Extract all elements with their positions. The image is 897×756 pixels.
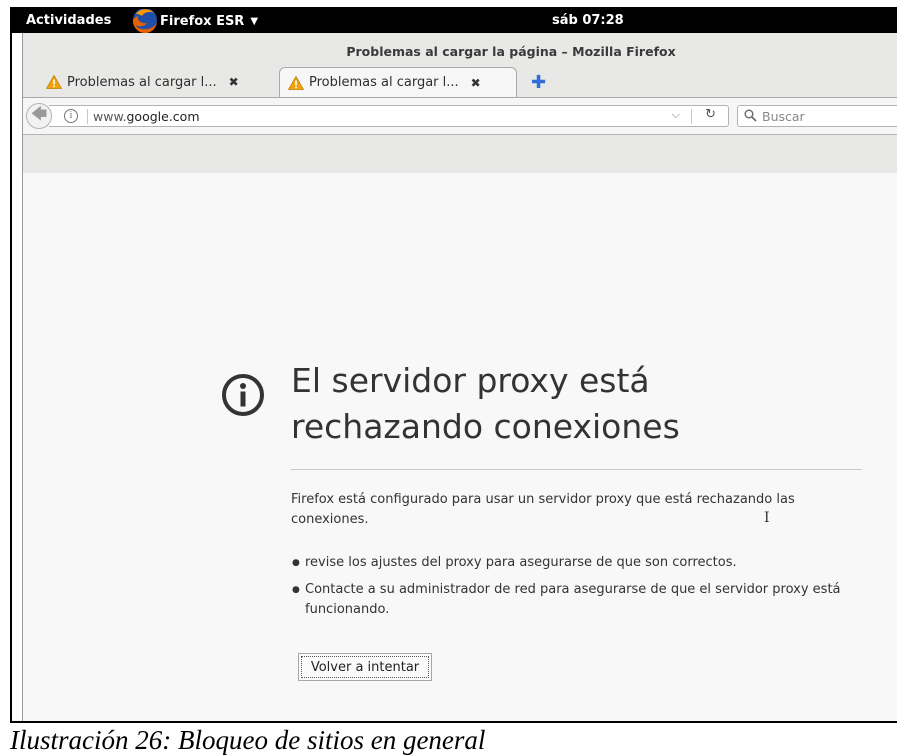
navigation-toolbar: i www.google.com ⌵ ↻ 🡄 Buscar (23, 97, 897, 135)
warning-icon (288, 75, 304, 90)
suggestion-list: revise los ajustes del proxy para asegur… (291, 553, 871, 627)
url-domain: google.com (126, 109, 200, 124)
divider (291, 469, 862, 470)
window-title: Problemas al cargar la página – Mozilla … (346, 44, 676, 59)
reload-icon[interactable]: ↻ (705, 107, 716, 122)
tab-label: Problemas al cargar l... (67, 74, 217, 90)
dropdown-icon[interactable]: ⌵ (672, 108, 680, 122)
plus-icon[interactable]: ✚ (531, 72, 546, 93)
chevron-down-icon: ▼ (250, 15, 259, 27)
figure-caption: Ilustración 26: Bloqueo de sitios en gen… (10, 725, 486, 755)
page-content: El servidor proxy está rechazando conexi… (23, 173, 897, 721)
divider (87, 109, 88, 124)
firefox-window: Problemas al cargar la página – Mozilla … (22, 33, 897, 721)
search-placeholder: Buscar (762, 109, 805, 124)
search-icon (744, 109, 757, 122)
error-title: El servidor proxy está rechazando conexi… (291, 361, 680, 446)
retry-button[interactable]: Volver a intentar (298, 653, 432, 681)
url-prefix: www. (93, 109, 127, 124)
tab-inactive[interactable]: Problemas al cargar l... ✖ (38, 67, 282, 97)
error-description: Firefox está configurado para usar un se… (291, 492, 795, 527)
divider (691, 109, 692, 124)
search-input[interactable]: Buscar (737, 105, 897, 127)
list-item: revise los ajustes del proxy para asegur… (291, 553, 871, 573)
app-name-label: Firefox ESR (160, 13, 245, 29)
tab-strip: Problemas al cargar l... ✖ Problemas al … (23, 67, 897, 97)
text-cursor-icon: I (764, 510, 770, 526)
close-icon[interactable]: ✖ (229, 75, 239, 89)
screenshot-frame: Actividades Firefox ESR ▼ sáb 07:28 Prob… (10, 7, 897, 723)
tab-label: Problemas al cargar l... (309, 75, 459, 90)
error-info-icon (222, 374, 264, 416)
app-menu[interactable]: Firefox ESR ▼ (128, 9, 258, 33)
firefox-logo-icon (132, 9, 157, 33)
warning-icon (46, 75, 62, 89)
info-icon[interactable]: i (64, 109, 78, 123)
url-text[interactable]: www.google.com (93, 109, 200, 124)
gnome-top-bar: Actividades Firefox ESR ▼ sáb 07:28 (12, 9, 897, 33)
back-arrow-icon[interactable]: 🡄 (26, 103, 52, 129)
url-bar[interactable]: i www.google.com ⌵ ↻ (49, 105, 729, 127)
clock[interactable]: sáb 07:28 (552, 13, 624, 28)
activities-button[interactable]: Actividades (26, 13, 111, 28)
close-icon[interactable]: ✖ (471, 76, 481, 90)
list-item: Contacte a su administrador de red para … (291, 580, 871, 620)
tab-active[interactable]: Problemas al cargar l... ✖ (279, 67, 517, 97)
